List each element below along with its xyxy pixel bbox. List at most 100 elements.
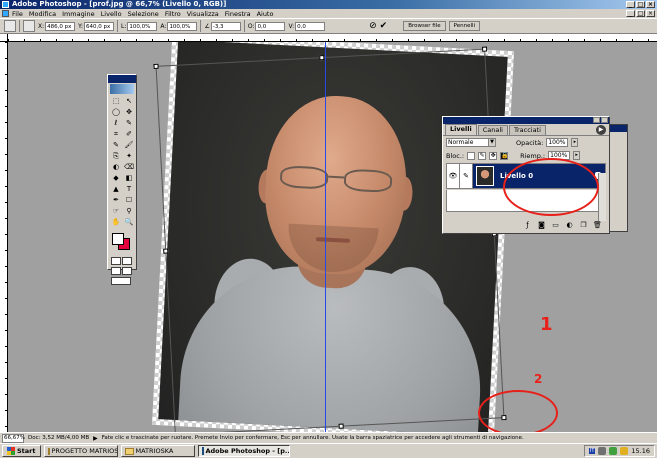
document-icon[interactable]	[2, 10, 9, 17]
marquee-tool-icon[interactable]: ⬚	[110, 96, 122, 106]
transform-handle-top-right[interactable]	[481, 46, 488, 52]
slice-tool-icon[interactable]: ✎	[123, 118, 135, 128]
menu-file[interactable]: File	[12, 10, 23, 18]
notes-tool-icon[interactable]: ☞	[110, 206, 122, 216]
layer-edit-brush-icon[interactable]: ✎	[460, 164, 473, 188]
layers-palette-title-bar[interactable]	[443, 117, 609, 124]
quick-mask-mode-button[interactable]	[122, 257, 132, 265]
lock-transparency-icon[interactable]	[467, 151, 476, 160]
menu-selezione[interactable]: Selezione	[128, 10, 159, 18]
tab-livelli[interactable]: Livelli	[445, 124, 477, 135]
vskew-input[interactable]: 0,0	[295, 21, 326, 31]
palette-menu-button[interactable]: ▶	[596, 125, 606, 135]
layer-thumbnail[interactable]	[476, 166, 494, 186]
tool-preset-picker[interactable]	[4, 20, 16, 32]
opacity-input[interactable]: 100%	[546, 138, 569, 147]
rotation-input[interactable]: -3,3	[210, 21, 241, 31]
transform-handle-left[interactable]	[163, 248, 169, 254]
full-screen-menu-mode-button[interactable]	[122, 267, 132, 275]
transform-handle-top-left[interactable]	[153, 63, 159, 69]
taskbar-item-photoshop[interactable]: Adobe Photoshop - [p...	[197, 445, 290, 457]
menu-filtro[interactable]: Filtro	[165, 10, 181, 18]
doc-close-button[interactable]: ×	[646, 10, 655, 17]
path-select-icon[interactable]: ▲	[110, 184, 122, 194]
visibility-eye-icon[interactable]: 👁	[447, 164, 460, 188]
network-icon[interactable]	[598, 447, 607, 455]
foreground-color-swatch[interactable]	[112, 233, 124, 245]
vertical-guide[interactable]	[325, 42, 326, 432]
menu-finestra[interactable]: Finestra	[225, 10, 251, 18]
magic-wand-icon[interactable]: ✥	[123, 107, 135, 117]
opacity-slider-button[interactable]: ▸	[571, 138, 579, 147]
close-button[interactable]: ×	[646, 1, 655, 8]
standard-mode-button[interactable]	[111, 257, 121, 265]
document-canvas[interactable]: 1 2	[8, 42, 657, 432]
standard-screen-mode-button[interactable]	[111, 267, 121, 275]
lock-position-icon[interactable]: ✥	[489, 151, 498, 160]
clock[interactable]: 15.16	[631, 447, 650, 455]
tab-tracciati[interactable]: Tracciati	[508, 125, 546, 135]
crop-tool-icon[interactable]: ⌗	[110, 129, 122, 139]
palette-close-button[interactable]	[601, 117, 608, 123]
menu-livello[interactable]: Livello	[101, 10, 122, 18]
horizontal-ruler[interactable]	[8, 34, 657, 42]
elliptical-marquee-icon[interactable]: ◯	[110, 107, 122, 117]
layers-scrollbar[interactable]	[598, 173, 606, 221]
taskbar-item-progetto-matrioska[interactable]: PROGETTO MATRIOSKA	[43, 445, 118, 457]
doc-restore-button[interactable]: □	[636, 10, 645, 17]
lasso-tool-icon[interactable]: ℓ	[110, 118, 122, 128]
vertical-ruler[interactable]	[0, 42, 8, 432]
zoom-tool-icon[interactable]: 🔍	[123, 217, 135, 227]
eyedropper-tool-icon[interactable]: ⚲	[123, 206, 135, 216]
file-browser-tab[interactable]: Browser file	[403, 21, 446, 31]
antivirus-icon[interactable]	[609, 447, 618, 455]
minimize-button[interactable]: _	[626, 1, 635, 8]
status-menu-arrow-icon[interactable]: ▶	[93, 435, 98, 442]
clone-stamp-icon[interactable]: ⎘	[110, 151, 122, 161]
lock-all-icon[interactable]: 🔒	[500, 151, 509, 160]
y-input[interactable]: 640,0 px	[84, 21, 115, 31]
brush-tool-icon[interactable]: 🖌	[123, 140, 135, 150]
brushes-tab[interactable]: Pennelli	[448, 21, 481, 31]
adjustment-layer-icon[interactable]: ◐	[565, 221, 574, 230]
reference-point-icon[interactable]	[23, 20, 35, 32]
pen-tool-icon[interactable]: ✒	[110, 195, 122, 205]
language-indicator[interactable]: IT	[588, 448, 596, 454]
hskew-input[interactable]: 0,0	[255, 21, 286, 31]
move-tool-icon[interactable]: ↖	[123, 96, 135, 106]
maximize-button[interactable]: □	[636, 1, 645, 8]
history-brush-icon[interactable]: ✦	[123, 151, 135, 161]
hand-tool-icon[interactable]: ✋	[110, 217, 122, 227]
transform-bounding-box[interactable]	[153, 46, 507, 432]
palette-minimize-button[interactable]	[593, 117, 600, 123]
commit-transform-icon[interactable]: ✔	[380, 21, 388, 31]
healing-brush-icon[interactable]: ✐	[123, 129, 135, 139]
pencil-tool-icon[interactable]: ✎	[110, 140, 122, 150]
tab-canali[interactable]: Canali	[477, 125, 508, 135]
blur-tool-icon[interactable]: ◆	[110, 173, 122, 183]
ruler-origin[interactable]	[0, 34, 8, 42]
transform-handle-top[interactable]	[319, 55, 325, 61]
start-button[interactable]: Start	[2, 445, 41, 457]
transform-handle-bottom[interactable]	[338, 423, 344, 429]
eraser-tool-icon[interactable]: ⌫	[123, 162, 135, 172]
gradient-tool-icon[interactable]: ◧	[123, 173, 135, 183]
new-set-icon[interactable]: ▭	[551, 221, 560, 230]
x-input[interactable]: 486,0 px	[45, 21, 76, 31]
menu-modifica[interactable]: Modifica	[29, 10, 56, 18]
zoom-level-field[interactable]: 66,67%	[2, 433, 25, 443]
new-layer-icon[interactable]: ❐	[579, 221, 588, 230]
fill-slider-button[interactable]: ▸	[573, 151, 581, 160]
menu-immagine[interactable]: Immagine	[62, 10, 95, 18]
height-input[interactable]: 100,0%	[167, 21, 198, 31]
type-tool-icon[interactable]: T	[123, 184, 135, 194]
layer-style-icon[interactable]: ƒ	[523, 221, 532, 230]
trash-icon[interactable]: 🗑	[593, 221, 602, 230]
blend-mode-select[interactable]: Normale ▼	[446, 138, 496, 147]
toolbox-title-bar[interactable]	[108, 75, 136, 83]
layer-mask-icon[interactable]: ◙	[537, 221, 546, 230]
volume-icon[interactable]	[620, 447, 629, 455]
taskbar-item-matrioska[interactable]: MATRIOSKA	[120, 445, 195, 457]
menu-aiuto[interactable]: Aiuto	[257, 10, 274, 18]
document-info[interactable]: Doc: 3,52 MB/4,00 MB	[28, 435, 89, 441]
